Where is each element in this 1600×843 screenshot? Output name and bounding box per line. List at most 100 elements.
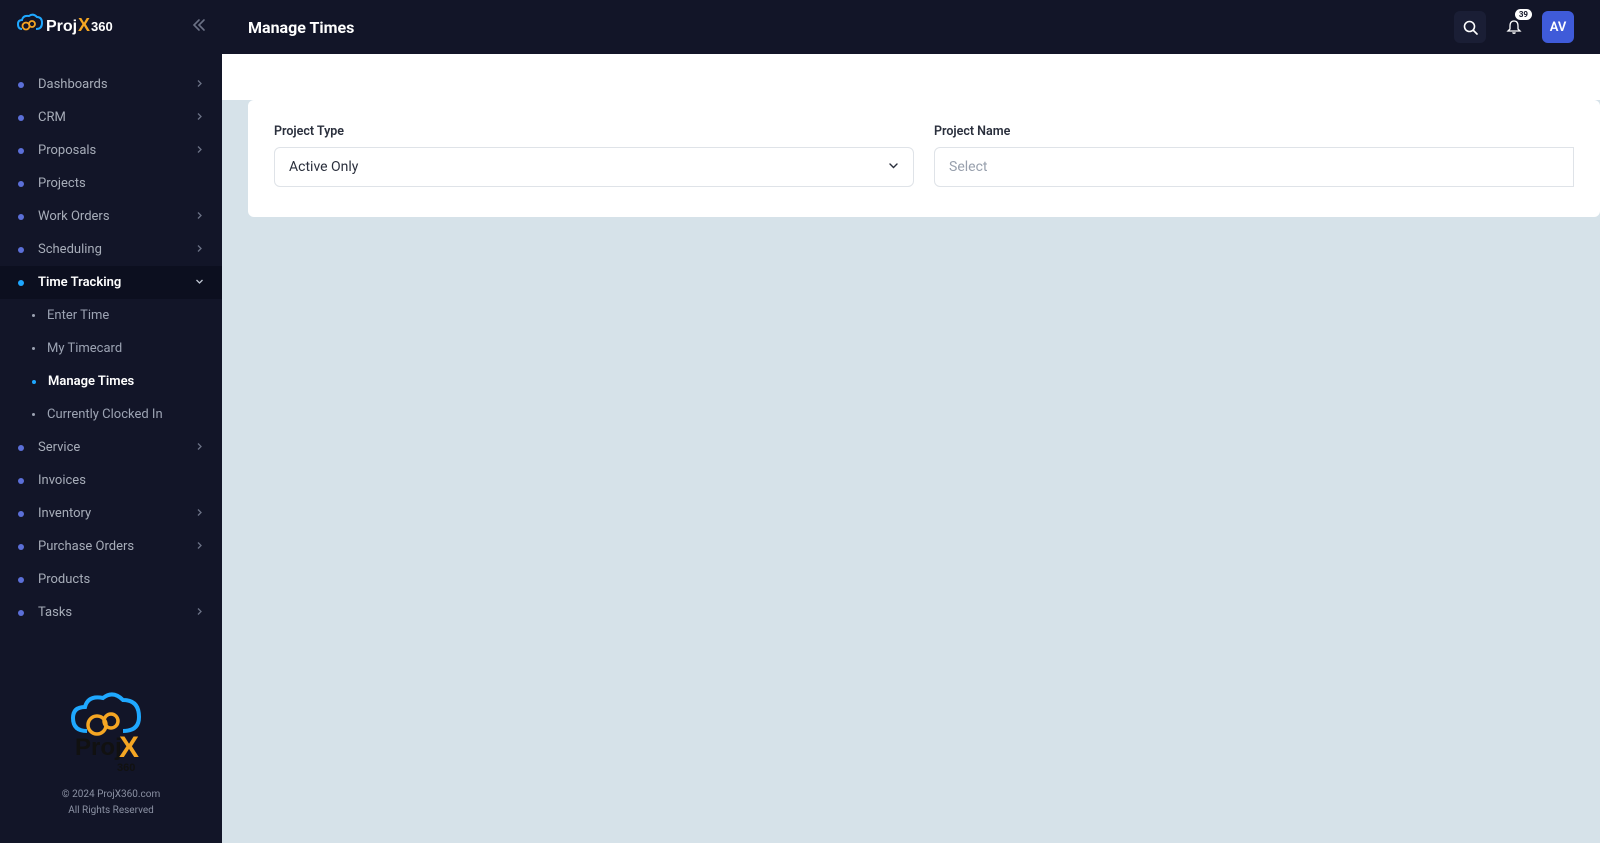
svg-text:360: 360 <box>117 762 135 774</box>
sidebar-nav: Dashboards CRM Proposals Projects Work Order… <box>0 54 222 675</box>
chevron-right-icon <box>195 442 204 454</box>
project-name-label: Project Name <box>934 124 1574 139</box>
sidebar-item-time-tracking[interactable]: Time Tracking <box>0 266 222 299</box>
main: Manage Times 39 AV Project Type Active O… <box>222 0 1600 843</box>
sidebar-item-crm[interactable]: CRM <box>0 101 222 134</box>
sidebar-subitem-label: Enter Time <box>47 308 109 323</box>
sidebar-item-label: Projects <box>38 176 86 191</box>
sidebar-item-label: Invoices <box>38 473 86 488</box>
sidebar-item-label: Work Orders <box>38 209 110 224</box>
topbar: Manage Times 39 AV <box>222 0 1600 54</box>
brand-logo: Proj X 360 <box>16 11 136 43</box>
svg-text:Proj: Proj <box>75 734 122 761</box>
nav-dot-icon <box>18 511 24 517</box>
project-type-value: Active Only <box>289 159 358 175</box>
sidebar-item-work-orders[interactable]: Work Orders <box>0 200 222 233</box>
footer-logo: Proj X 360 <box>0 691 222 779</box>
nav-dot-icon <box>18 280 24 286</box>
sidebar-item-proposals[interactable]: Proposals <box>0 134 222 167</box>
sub-dot-icon <box>32 347 35 350</box>
chevron-right-icon <box>195 244 204 256</box>
nav-dot-icon <box>18 214 24 220</box>
chevron-right-icon <box>195 145 204 157</box>
page-title: Manage Times <box>248 18 354 37</box>
nav-dot-icon <box>18 544 24 550</box>
bell-icon <box>1506 19 1522 35</box>
filters-card: Project Type Active Only Project Name Se… <box>248 100 1600 217</box>
sidebar-item-inventory[interactable]: Inventory <box>0 497 222 530</box>
sidebar-subitem-label: Currently Clocked In <box>47 407 163 422</box>
sidebar-item-dashboards[interactable]: Dashboards <box>0 68 222 101</box>
sidebar-header: Proj X 360 <box>0 0 222 54</box>
chevron-down-icon <box>195 277 204 289</box>
sidebar-item-label: Scheduling <box>38 242 102 257</box>
nav-dot-icon <box>18 478 24 484</box>
sidebar-item-service[interactable]: Service <box>0 431 222 464</box>
sidebar-collapse-button[interactable] <box>192 18 206 36</box>
sidebar-subitem-manage-times[interactable]: Manage Times <box>0 365 222 398</box>
notifications-button[interactable]: 39 <box>1498 11 1530 43</box>
sidebar: Proj X 360 Dashboards CRM Proposals Project… <box>0 0 222 843</box>
sidebar-item-label: Proposals <box>38 143 96 158</box>
sidebar-subitem-currently-clocked-in[interactable]: Currently Clocked In <box>0 398 222 431</box>
search-icon <box>1463 20 1478 35</box>
nav-dot-icon <box>18 181 24 187</box>
sidebar-footer: Proj X 360 © 2024 ProjX360.com All Right… <box>0 675 222 843</box>
sidebar-item-label: Time Tracking <box>38 275 121 290</box>
nav-dot-icon <box>18 247 24 253</box>
project-name-field: Project Name Select <box>934 124 1574 187</box>
sidebar-item-label: Products <box>38 572 90 587</box>
nav-dot-icon <box>18 82 24 88</box>
chevron-right-icon <box>195 607 204 619</box>
project-type-field: Project Type Active Only <box>274 124 914 187</box>
notification-badge: 39 <box>1515 9 1532 20</box>
sidebar-item-products[interactable]: Products <box>0 563 222 596</box>
project-name-placeholder: Select <box>949 159 987 175</box>
search-button[interactable] <box>1454 11 1486 43</box>
nav-dot-icon <box>18 445 24 451</box>
chevron-right-icon <box>195 112 204 124</box>
chevron-double-left-icon <box>192 18 206 32</box>
sidebar-subitem-enter-time[interactable]: Enter Time <box>0 299 222 332</box>
sidebar-item-label: CRM <box>38 110 66 125</box>
sidebar-subitem-my-timecard[interactable]: My Timecard <box>0 332 222 365</box>
sub-dot-icon <box>32 380 36 384</box>
nav-dot-icon <box>18 148 24 154</box>
sub-dot-icon <box>32 413 35 416</box>
sidebar-item-tasks[interactable]: Tasks <box>0 596 222 629</box>
nav-dot-icon <box>18 610 24 616</box>
content: Project Type Active Only Project Name Se… <box>222 100 1600 217</box>
nav-dot-icon <box>18 115 24 121</box>
chevron-right-icon <box>195 541 204 553</box>
sidebar-item-label: Purchase Orders <box>38 539 134 554</box>
svg-text:Proj: Proj <box>46 18 77 35</box>
sidebar-item-projects[interactable]: Projects <box>0 167 222 200</box>
sub-header-strip <box>222 54 1600 100</box>
svg-text:X: X <box>119 731 139 764</box>
sidebar-item-label: Tasks <box>38 605 72 620</box>
project-type-select[interactable]: Active Only <box>274 147 914 187</box>
project-type-label: Project Type <box>274 124 914 139</box>
sidebar-item-invoices[interactable]: Invoices <box>0 464 222 497</box>
nav-dot-icon <box>18 577 24 583</box>
sidebar-item-label: Inventory <box>38 506 91 521</box>
sidebar-item-label: Dashboards <box>38 77 108 92</box>
sidebar-subitem-label: Manage Times <box>48 374 134 389</box>
svg-text:360: 360 <box>91 19 113 34</box>
sidebar-item-scheduling[interactable]: Scheduling <box>0 233 222 266</box>
svg-text:X: X <box>78 15 90 35</box>
topbar-actions: 39 AV <box>1454 11 1574 43</box>
project-name-select[interactable]: Select <box>934 147 1574 187</box>
chevron-down-icon <box>888 160 899 174</box>
footer-copyright: © 2024 ProjX360.com <box>0 787 222 803</box>
sidebar-subitem-label: My Timecard <box>47 341 122 356</box>
sidebar-subitems: Enter Time My Timecard Manage Times Current… <box>0 299 222 431</box>
sidebar-item-label: Service <box>38 440 80 455</box>
sub-dot-icon <box>32 314 35 317</box>
chevron-right-icon <box>195 211 204 223</box>
sidebar-item-purchase-orders[interactable]: Purchase Orders <box>0 530 222 563</box>
chevron-right-icon <box>195 508 204 520</box>
avatar[interactable]: AV <box>1542 11 1574 43</box>
chevron-right-icon <box>195 79 204 91</box>
footer-rights: All Rights Reserved <box>0 803 222 819</box>
